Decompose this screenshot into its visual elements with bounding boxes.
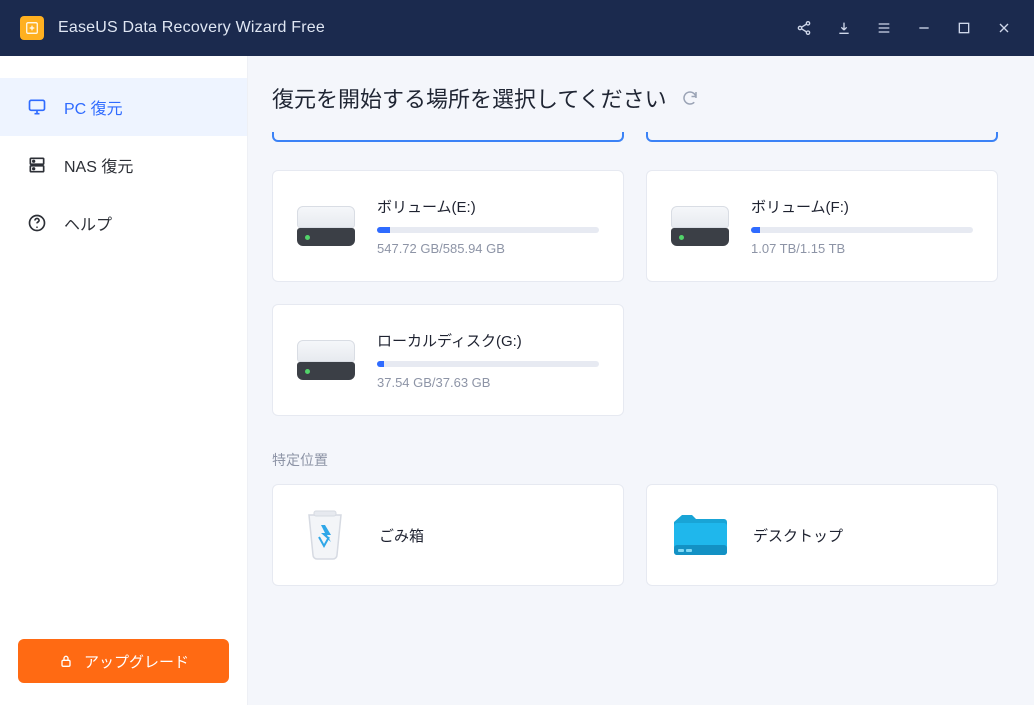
menu-icon[interactable]: [864, 0, 904, 56]
location-card-recycle-bin[interactable]: ごみ箱: [272, 484, 624, 586]
sidebar-item-label: NAS 復元: [64, 153, 133, 177]
drive-title: ボリューム(F:): [751, 196, 973, 217]
drive-progress: [377, 361, 599, 367]
sidebar-item-help[interactable]: ヘルプ: [0, 194, 247, 252]
location-label: ごみ箱: [379, 525, 424, 546]
maximize-button[interactable]: [944, 0, 984, 56]
drive-card-local-disk-g[interactable]: ローカルディスク(G:) 37.54 GB/37.63 GB: [272, 304, 624, 416]
titlebar: EaseUS Data Recovery Wizard Free: [0, 0, 1034, 56]
drive-progress-fill: [377, 361, 384, 367]
drive-title: ボリューム(E:): [377, 196, 599, 217]
location-label: デスクトップ: [753, 525, 843, 546]
main-content: 復元を開始する場所を選択してください ボリューム(E:): [248, 56, 1034, 705]
minimize-button[interactable]: [904, 0, 944, 56]
share-icon[interactable]: [784, 0, 824, 56]
section-label-locations: 特定位置: [272, 450, 998, 470]
page-heading: 復元を開始する場所を選択してください: [272, 82, 998, 114]
download-icon[interactable]: [824, 0, 864, 56]
drive-subtitle: 547.72 GB/585.94 GB: [377, 241, 599, 256]
drive-card-volume-f[interactable]: ボリューム(F:) 1.07 TB/1.15 TB: [646, 170, 998, 282]
location-card-desktop[interactable]: デスクトップ: [646, 484, 998, 586]
page-heading-text: 復元を開始する場所を選択してください: [272, 82, 667, 114]
drive-progress: [751, 227, 973, 233]
sidebar: PC 復元 NAS 復元 ヘルプ アップグレード: [0, 56, 248, 705]
sidebar-item-label: PC 復元: [64, 95, 123, 119]
desktop-folder-icon: [671, 507, 727, 563]
recycle-bin-icon: [297, 507, 353, 563]
sidebar-item-label: ヘルプ: [64, 211, 112, 235]
app-title: EaseUS Data Recovery Wizard Free: [58, 19, 325, 37]
upgrade-button-label: アップグレード: [84, 651, 189, 672]
monitor-icon: [26, 96, 48, 118]
nas-icon: [26, 154, 48, 176]
sidebar-item-pc-recovery[interactable]: PC 復元: [0, 78, 247, 136]
drive-card-volume-e[interactable]: ボリューム(E:) 547.72 GB/585.94 GB: [272, 170, 624, 282]
sidebar-item-nas-recovery[interactable]: NAS 復元: [0, 136, 247, 194]
lock-icon: [58, 653, 74, 669]
drive-icon: [671, 206, 729, 246]
previous-card-bottom-left[interactable]: [272, 132, 624, 142]
drive-progress-fill: [751, 227, 760, 233]
drive-icon: [297, 340, 355, 380]
previous-card-bottom-right[interactable]: [646, 132, 998, 142]
drive-subtitle: 1.07 TB/1.15 TB: [751, 241, 973, 256]
close-button[interactable]: [984, 0, 1024, 56]
drive-progress: [377, 227, 599, 233]
refresh-icon[interactable]: [681, 89, 699, 107]
app-logo-icon: [20, 16, 44, 40]
drive-icon: [297, 206, 355, 246]
drive-title: ローカルディスク(G:): [377, 330, 599, 351]
drive-subtitle: 37.54 GB/37.63 GB: [377, 375, 599, 390]
upgrade-button[interactable]: アップグレード: [18, 639, 229, 683]
help-icon: [26, 212, 48, 234]
drive-progress-fill: [377, 227, 390, 233]
app-window: EaseUS Data Recovery Wizard Free: [0, 0, 1034, 705]
